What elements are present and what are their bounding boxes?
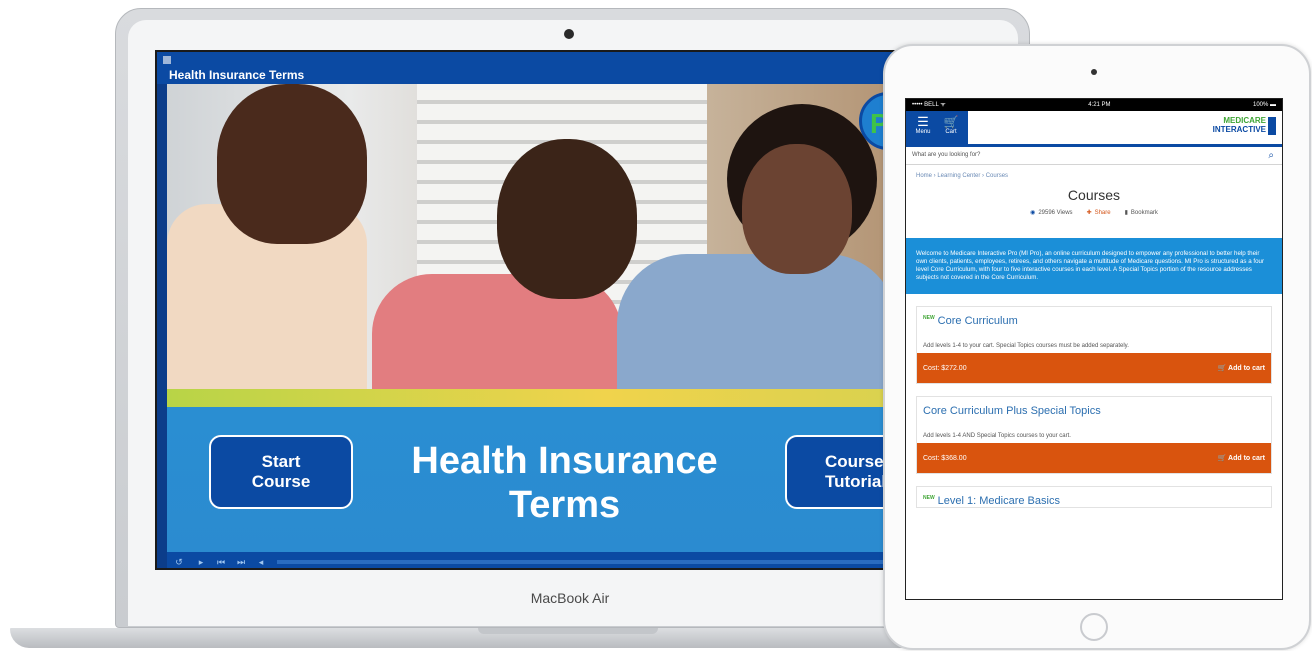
laptop-camera: [564, 29, 574, 39]
tablet-camera: [1091, 69, 1097, 75]
search-placeholder: What are you looking for?: [912, 152, 981, 158]
course-card-level1: NEW Level 1: Medicare Basics: [916, 486, 1272, 508]
search-icon[interactable]: ⌕: [1268, 150, 1274, 161]
tablet-home-button[interactable]: [1080, 613, 1108, 641]
course-title-link[interactable]: NEW Core Curriculum: [917, 307, 1271, 327]
logo-mark-icon: [1268, 117, 1276, 135]
player-title: Health Insurance Terms: [169, 68, 305, 82]
course-cost: Cost: $272.00: [923, 364, 967, 372]
add-to-cart-button[interactable]: 🛒 Add to cart: [1218, 454, 1265, 462]
site-header: ☰ Menu 🛒 Cart MEDICARE INTERACTIVE: [906, 111, 1282, 147]
course-title-link[interactable]: NEW Level 1: Medicare Basics: [917, 487, 1271, 507]
accent-stripe: [167, 389, 893, 407]
carrier-text: ••••• BELL ᯤ: [912, 102, 946, 108]
breadcrumb[interactable]: Home › Learning Center › Courses: [906, 165, 1282, 179]
skip-back-icon[interactable]: ⏮: [215, 556, 227, 568]
progress-bar[interactable]: [277, 560, 887, 564]
medicare-interactive-logo[interactable]: MEDICARE INTERACTIVE: [1210, 116, 1276, 138]
course-card-core-plus: Core Curriculum Plus Special Topics Add …: [916, 396, 1272, 474]
page-title: Courses: [1067, 187, 1121, 203]
skip-forward-icon[interactable]: ⏭: [235, 556, 247, 568]
course-description: Add levels 1-4 to your cart. Special Top…: [923, 343, 1129, 349]
views-count: ◉ 29596 Views: [1030, 210, 1073, 216]
course-cost-bar: Cost: $272.00 🛒 Add to cart: [917, 353, 1271, 383]
menu-label: Menu: [915, 129, 931, 135]
player-titlebar: Health Insurance Terms: [157, 52, 893, 84]
cart-icon: 🛒: [943, 115, 959, 129]
person-right-body: [617, 254, 893, 389]
start-course-button[interactable]: Start Course: [209, 435, 353, 509]
laptop-notch: [478, 628, 658, 634]
add-to-cart-button[interactable]: 🛒 Add to cart: [1218, 364, 1265, 372]
play-icon[interactable]: ▸: [195, 556, 207, 568]
window-icon: [163, 56, 171, 64]
course-tutorial-button[interactable]: Course Tutorial: [785, 435, 893, 509]
replay-icon[interactable]: ↺: [173, 556, 185, 568]
course-cost: Cost: $368.00: [923, 454, 967, 462]
course-hero-photo: P: [167, 84, 893, 389]
person-left-head: [217, 84, 367, 244]
player-controls: ↺ ▸ ⏮ ⏭ ◂: [167, 552, 893, 568]
battery-text: 100% ▬: [1252, 102, 1276, 108]
eye-icon: ◉: [1030, 210, 1036, 216]
course-card-core: NEW Core Curriculum Add levels 1-4 to you…: [916, 306, 1272, 384]
course-cost-bar: Cost: $368.00 🛒 Add to cart: [917, 443, 1271, 473]
tablet-screen: ••••• BELL ᯤ 4:21 PM 100% ▬ ☰ Menu 🛒 Car…: [905, 98, 1283, 600]
intro-text: Welcome to Medicare Interactive Pro (MI …: [906, 238, 1282, 294]
person-right-head: [742, 144, 852, 274]
search-input[interactable]: What are you looking for? ⌕: [906, 147, 1282, 165]
logo-line1: MEDICARE: [1223, 116, 1266, 125]
course-player: Health Insurance Terms P Start Course He…: [155, 50, 895, 570]
bookmark-button[interactable]: ▮ Bookmark: [1125, 209, 1158, 216]
share-button[interactable]: ✚ Share: [1087, 209, 1111, 216]
person-center-head: [497, 139, 637, 299]
cart-label: Cart: [945, 129, 957, 135]
volume-icon[interactable]: ◂: [255, 556, 267, 568]
hamburger-icon: ☰: [917, 114, 929, 129]
course-title: Health Insurance Terms: [411, 440, 718, 526]
page-meta: ◉ 29596 Views ✚ Share ▮ Bookmark: [906, 209, 1282, 216]
menu-button[interactable]: ☰ Menu: [910, 114, 936, 136]
cart-icon: 🛒: [1217, 455, 1227, 462]
laptop-brand-label: MacBook Air: [530, 590, 610, 606]
share-icon: ✚: [1086, 210, 1092, 216]
course-description: Add levels 1-4 AND Special Topics course…: [923, 433, 1071, 439]
cart-icon: 🛒: [1217, 365, 1227, 372]
new-badge: NEW: [923, 315, 935, 321]
course-title-link[interactable]: Core Curriculum Plus Special Topics: [917, 397, 1271, 417]
cart-button[interactable]: 🛒 Cart: [938, 115, 964, 135]
course-banner: Start Course Health Insurance Terms Cour…: [167, 407, 893, 552]
status-bar: ••••• BELL ᯤ 4:21 PM 100% ▬: [906, 99, 1282, 111]
bookmark-icon: ▮: [1124, 210, 1128, 216]
new-badge: NEW: [923, 495, 935, 501]
clock-text: 4:21 PM: [1088, 102, 1111, 108]
logo-line2: INTERACTIVE: [1212, 125, 1266, 134]
